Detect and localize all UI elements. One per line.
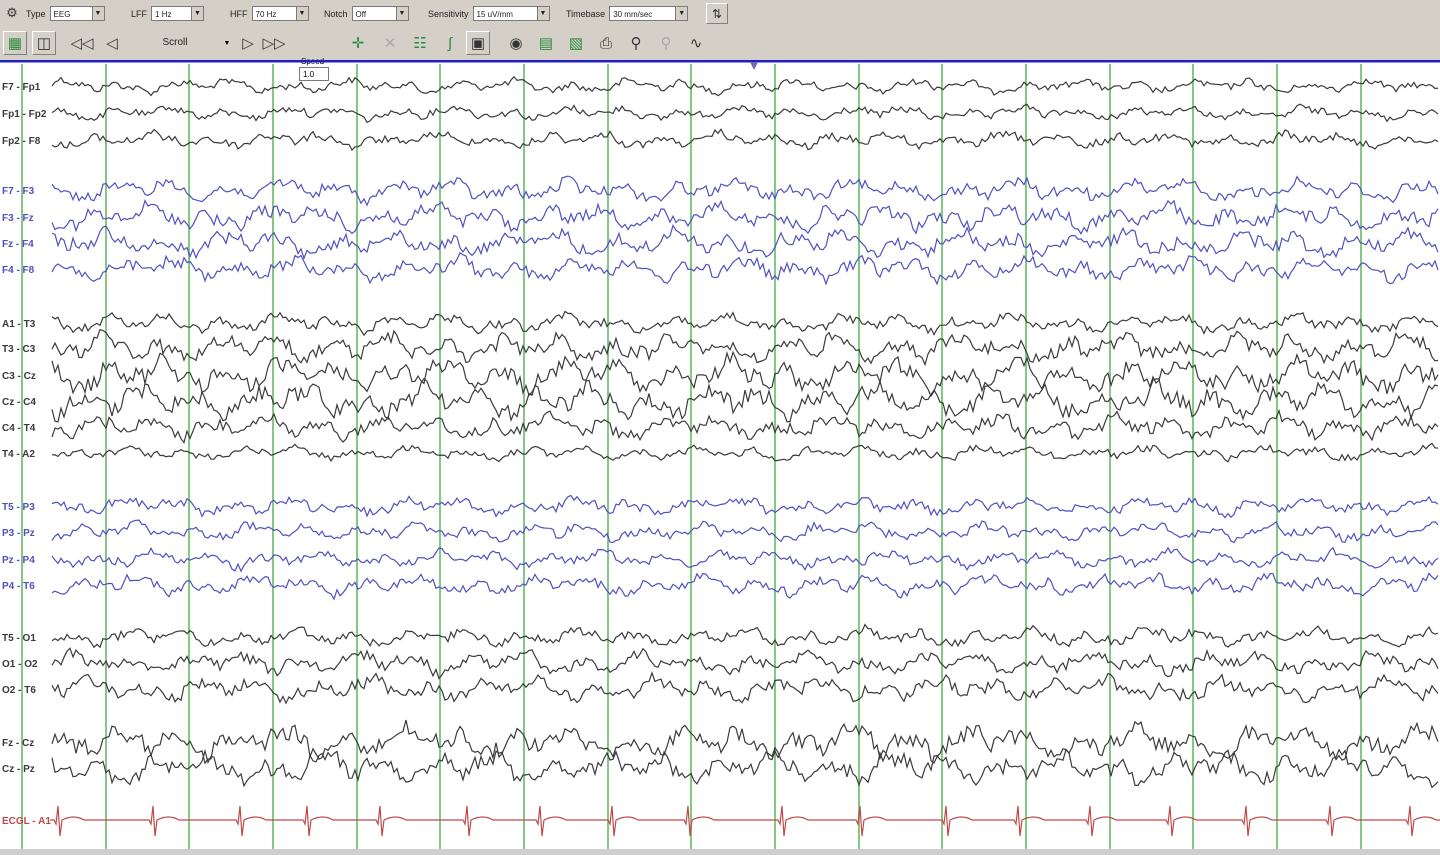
time-cursor-marker-icon[interactable] (750, 62, 758, 70)
chevron-down-icon[interactable]: ▼ (91, 6, 105, 21)
notch-select[interactable]: Off (351, 6, 396, 21)
monitor-icon[interactable]: ⚙ (2, 2, 22, 24)
eeg-trace (51, 746, 1439, 789)
montage-icon[interactable]: ☷ (408, 31, 432, 55)
play-icon[interactable]: ▷ (236, 31, 260, 55)
zoom-in-icon[interactable]: ⚲ (624, 31, 648, 55)
channel-label: F4 - F8 (2, 265, 35, 276)
settings-toolbar: ⚙ Type EEG ▼ LFF 1 Hz ▼ HFF 70 Hz ▼ Notc… (0, 0, 1440, 28)
eeg-trace (51, 647, 1439, 680)
sensitivity-select[interactable]: 15 uV/mm (472, 6, 537, 21)
channel-traces (50, 75, 1440, 837)
lff-label: LFF (131, 8, 148, 19)
channel-label: T4 - A2 (2, 449, 35, 460)
chevron-down-icon[interactable]: ▼ (191, 6, 205, 21)
channel-label: F7 - Fp1 (2, 82, 41, 93)
channel-remove-icon[interactable]: ✕ (378, 31, 402, 55)
eeg-trace (51, 572, 1439, 601)
eeg-trace (51, 671, 1439, 705)
eeg-trace (51, 546, 1439, 573)
eeg-waveform-display[interactable]: F7 - Fp1 Fp1 - Fp2 Fp2 - F8 F7 - F3 F3 - Fz F… (0, 60, 1440, 849)
channel-label: T3 - C3 (2, 344, 36, 355)
channel-label: F3 - Fz (2, 213, 34, 224)
screen-capture-icon[interactable]: ▤ (534, 31, 558, 55)
video-icon[interactable]: ◉ (504, 31, 528, 55)
channel-label: Cz - C4 (2, 397, 36, 408)
step-back-icon[interactable]: ◁ (100, 31, 124, 55)
eeg-trace (51, 623, 1439, 649)
sensitivity-control[interactable]: Sensitivity 15 uV/mm ▼ (428, 5, 550, 22)
hff-control[interactable]: HFF 70 Hz ▼ (230, 5, 309, 22)
hff-label: HFF (230, 8, 248, 19)
channel-label: O2 - T6 (2, 685, 36, 696)
channel-add-icon[interactable]: ✛ (346, 31, 370, 55)
channel-label: T5 - O1 (2, 633, 36, 644)
chevron-down-icon[interactable]: ▼ (395, 6, 409, 21)
scroll-button[interactable]: Scroll (130, 32, 220, 54)
horizontal-scrollbar[interactable] (0, 849, 1440, 855)
channel-label: A1 - T3 (2, 319, 36, 330)
eeg-trace (51, 408, 1439, 444)
chevron-down-icon[interactable]: ▼ (295, 6, 309, 21)
scroll-label: Scroll (162, 37, 188, 48)
page-view-icon[interactable]: ▦ (3, 31, 27, 55)
print-icon[interactable]: ⎙ (594, 31, 618, 55)
eeg-trace (51, 103, 1439, 124)
eeg-trace (51, 75, 1439, 97)
split-view-icon[interactable]: ◫ (32, 31, 56, 55)
hff-select[interactable]: 70 Hz (251, 6, 296, 21)
report-icon[interactable]: ▧ (564, 31, 588, 55)
channel-label: O1 - O2 (2, 659, 38, 670)
spike-marker-icon[interactable]: ∿ (684, 31, 708, 55)
type-select[interactable]: EEG (49, 6, 92, 21)
channel-label: P3 - Pz (2, 528, 35, 539)
channel-label: ECGL - A1 (2, 816, 51, 827)
timebase-select[interactable]: 30 mm/sec (609, 6, 676, 21)
channel-label: Pz - P4 (2, 555, 35, 566)
chevron-down-icon[interactable]: ▼ (222, 37, 232, 51)
channel-label: Fz - F4 (2, 239, 34, 250)
channel-label: C4 - T4 (2, 423, 36, 434)
eeg-trace (51, 252, 1439, 286)
sensitivity-label: Sensitivity (428, 8, 469, 19)
eeg-trace (51, 328, 1439, 367)
eeg-trace (51, 494, 1439, 519)
channel-label: Cz - Pz (2, 764, 35, 775)
eeg-trace (51, 199, 1439, 236)
eeg-trace (51, 224, 1439, 261)
chevron-down-icon[interactable]: ▼ (536, 6, 550, 21)
channel-label: Fp2 - F8 (2, 136, 41, 147)
trend-icon[interactable]: ∫ (438, 31, 462, 55)
channel-label: P4 - T6 (2, 581, 35, 592)
type-control[interactable]: Type EEG ▼ (26, 5, 105, 22)
channel-label: C3 - Cz (2, 371, 36, 382)
lff-control[interactable]: LFF 1 Hz ▼ (131, 5, 205, 22)
timebase-control[interactable]: Timebase 30 mm/sec ▼ (566, 5, 689, 22)
channel-label: F7 - F3 (2, 186, 35, 197)
eeg-trace (51, 442, 1439, 463)
eeg-trace (51, 519, 1439, 544)
channel-label: T5 - P3 (2, 502, 35, 513)
channel-label: Fp1 - Fp2 (2, 109, 47, 120)
eeg-trace (51, 175, 1439, 207)
playback-toolbar: ▦ ◫ ◁◁ ◁ Scroll ▼ ▷ ▷▷ Speed 1.0 ✛ ✕ ☷ ∫… (0, 27, 1440, 81)
timebase-label: Timebase (566, 8, 606, 19)
lff-select[interactable]: 1 Hz (151, 6, 192, 21)
notch-label: Notch (324, 8, 348, 19)
eeg-trace (50, 805, 1440, 837)
eeg-trace (51, 128, 1439, 152)
swap-montage-icon[interactable]: ⇅ (706, 3, 728, 24)
fast-rewind-icon[interactable]: ◁◁ (70, 31, 94, 55)
display-icon[interactable]: ▣ (466, 31, 490, 55)
notch-control[interactable]: Notch Off ▼ (324, 5, 409, 22)
chevron-down-icon[interactable]: ▼ (675, 6, 689, 21)
channel-label: Fz - Cz (2, 738, 34, 749)
type-label: Type (26, 8, 46, 19)
channel-labels: F7 - Fp1 Fp1 - Fp2 Fp2 - F8 F7 - F3 F3 - Fz F… (2, 82, 51, 827)
fast-forward-icon[interactable]: ▷▷ (262, 31, 286, 55)
zoom-out-icon[interactable]: ⚲ (654, 31, 678, 55)
eeg-trace (51, 310, 1439, 337)
